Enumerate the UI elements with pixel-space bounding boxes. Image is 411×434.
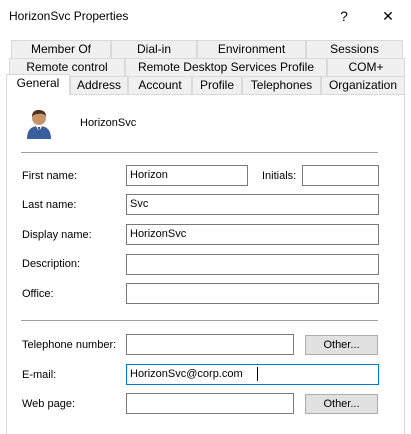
help-icon: ? xyxy=(340,8,348,24)
tab-telephones[interactable]: Telephones xyxy=(242,76,321,95)
tab-general[interactable]: General xyxy=(6,74,70,95)
user-icon xyxy=(24,108,54,140)
tab-address[interactable]: Address xyxy=(70,76,128,95)
close-button[interactable]: ✕ xyxy=(366,0,410,32)
close-icon: ✕ xyxy=(382,7,394,24)
tab-profile[interactable]: Profile xyxy=(192,76,242,95)
initials-label: Initials: xyxy=(262,170,297,182)
separator-bottom xyxy=(21,320,378,321)
email-label: E-mail: xyxy=(22,369,57,381)
window-title: HorizonSvc Properties xyxy=(9,9,129,23)
tab-com-plus[interactable]: COM+ xyxy=(327,58,405,77)
display-name-label: Display name: xyxy=(22,229,92,241)
separator-top xyxy=(21,152,378,153)
tab-member-of[interactable]: Member Of xyxy=(11,40,111,59)
last-name-field[interactable]: Svc xyxy=(126,194,379,215)
telephone-other-button[interactable]: Other... xyxy=(305,335,378,355)
tab-organization[interactable]: Organization xyxy=(321,76,405,95)
tab-account[interactable]: Account xyxy=(128,76,192,95)
description-label: Description: xyxy=(22,258,81,270)
office-label: Office: xyxy=(22,288,54,300)
first-name-label: First name: xyxy=(22,170,78,182)
telephone-field[interactable] xyxy=(126,334,294,355)
webpage-field[interactable] xyxy=(126,393,294,414)
tab-environment[interactable]: Environment xyxy=(197,40,306,59)
last-name-label: Last name: xyxy=(22,199,77,211)
tab-dial-in[interactable]: Dial-in xyxy=(111,40,197,59)
help-button[interactable]: ? xyxy=(322,0,366,32)
webpage-label: Web page: xyxy=(22,398,76,410)
initials-field[interactable] xyxy=(302,165,379,186)
office-field[interactable] xyxy=(126,283,379,304)
webpage-other-button[interactable]: Other... xyxy=(305,394,378,414)
object-name: HorizonSvc xyxy=(80,117,137,129)
display-name-field[interactable]: HorizonSvc xyxy=(126,224,379,245)
title-bar: HorizonSvc Properties ? ✕ xyxy=(0,0,411,34)
description-field[interactable] xyxy=(126,254,379,275)
tab-rds-profile[interactable]: Remote Desktop Services Profile xyxy=(125,58,327,77)
tab-row-3: General Address Account Profile Telephon… xyxy=(0,74,411,95)
tab-sessions[interactable]: Sessions xyxy=(306,40,403,59)
tab-row-1: Member Of Dial-in Environment Sessions xyxy=(0,40,411,59)
text-cursor xyxy=(257,367,258,381)
email-field[interactable]: HorizonSvc@corp.com xyxy=(126,364,379,385)
first-name-field[interactable]: Horizon xyxy=(126,165,248,186)
telephone-label: Telephone number: xyxy=(22,339,117,351)
